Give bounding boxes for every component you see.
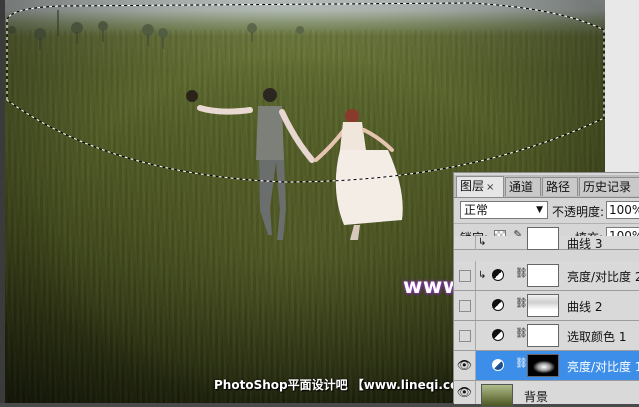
- layer-mask-thumbnail[interactable]: [527, 354, 559, 377]
- eye-icon: 👁︎: [456, 385, 473, 399]
- opacity-label: 不透明度:: [552, 205, 605, 219]
- tab-channels[interactable]: 通道: [505, 177, 541, 196]
- layer-name: 曲线 3: [567, 237, 603, 251]
- visibility-toggle[interactable]: 👁︎: [454, 351, 476, 380]
- adjustment-layer-icon: [492, 269, 504, 281]
- link-chain-icon: ⛓︎: [515, 328, 528, 339]
- layer-row-curves-2[interactable]: ⛓︎ 曲线 2: [454, 291, 639, 321]
- layer-name: 曲线 2: [567, 300, 603, 314]
- eye-icon: 👁︎: [456, 358, 473, 372]
- layer-name: 亮度/对比度 2: [567, 270, 639, 284]
- layer-row-selective-color-1[interactable]: ⛓︎ 选取颜色 1: [454, 321, 639, 351]
- layer-name: 亮度/对比度 1: [567, 360, 639, 374]
- visibility-toggle[interactable]: [454, 236, 476, 250]
- layer-mask-thumbnail[interactable]: [527, 227, 559, 250]
- canvas-right-edge: [605, 0, 639, 172]
- layer-thumbnail[interactable]: [481, 384, 513, 407]
- tab-label: 路径: [546, 180, 571, 194]
- close-icon[interactable]: ×: [486, 182, 494, 193]
- layers-panel: 图层× 通道 路径 历史记录 正常 ▼ 不透明度: 100% 锁定: ✎ ✥ 🔒…: [453, 172, 639, 407]
- blend-mode-select[interactable]: 正常 ▼: [460, 201, 548, 219]
- tab-label: 历史记录: [583, 180, 632, 194]
- adjustment-layer-icon: [492, 359, 504, 371]
- opacity-input[interactable]: 100%: [606, 201, 639, 219]
- layer-name: 选取颜色 1: [567, 330, 627, 344]
- tab-layers[interactable]: 图层 ×: [456, 176, 504, 197]
- visibility-toggle[interactable]: [454, 321, 476, 350]
- blend-mode-value: 正常: [464, 203, 489, 217]
- adjustment-layer-icon: [492, 329, 504, 341]
- tab-label: 通道: [509, 180, 534, 194]
- blend-row: 正常 ▼ 不透明度: 100%: [454, 198, 639, 224]
- layer-row-brightness-contrast-2[interactable]: ↳ ⛓︎ 亮度/对比度 2: [454, 261, 639, 291]
- tab-paths[interactable]: 路径: [542, 177, 578, 196]
- hidden-box-icon: [458, 269, 471, 282]
- link-chain-icon: ⛓︎: [515, 358, 528, 369]
- layer-mask-thumbnail[interactable]: [527, 264, 559, 287]
- visibility-toggle[interactable]: [454, 261, 476, 290]
- canvas-left-edge: [0, 0, 5, 403]
- link-chain-icon: ⛓︎: [515, 268, 528, 279]
- clip-arrow-icon: ↳: [478, 270, 487, 281]
- tab-history[interactable]: 历史记录: [579, 177, 639, 196]
- chevron-down-icon: ▼: [536, 205, 543, 215]
- tab-label: 图层: [460, 179, 485, 193]
- visibility-toggle[interactable]: 👁︎: [454, 381, 476, 404]
- panel-tabbar: 图层 × 通道 路径 历史记录: [454, 175, 639, 198]
- hidden-box-icon: [458, 299, 471, 312]
- link-chain-icon: ⛓︎: [515, 298, 528, 309]
- layer-row-background[interactable]: 👁︎ 背景: [454, 381, 639, 407]
- visibility-toggle[interactable]: [454, 291, 476, 320]
- hidden-box-icon: [458, 329, 471, 342]
- adjustment-layer-icon: [492, 299, 504, 311]
- layer-name: 背景: [524, 390, 549, 404]
- clip-arrow-icon: ↳: [478, 237, 487, 248]
- layer-mask-thumbnail[interactable]: [527, 294, 559, 317]
- layer-row-curves-3[interactable]: ↳ 曲线 3: [454, 227, 639, 251]
- layer-mask-thumbnail[interactable]: [527, 324, 559, 347]
- layer-row-brightness-contrast-1[interactable]: 👁︎ ⛓︎ 亮度/对比度 1: [454, 351, 639, 381]
